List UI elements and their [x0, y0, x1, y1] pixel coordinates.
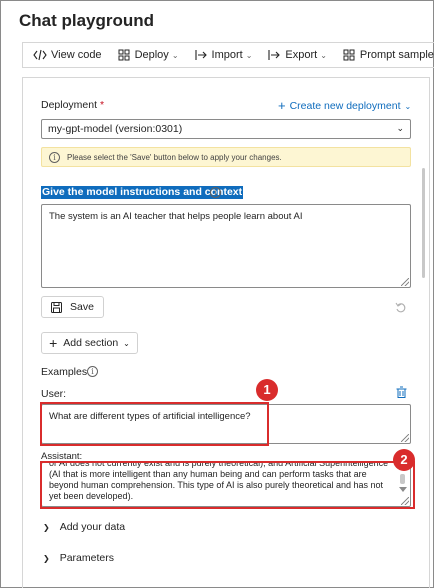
save-label: Save — [70, 301, 94, 313]
deploy-icon — [118, 49, 130, 61]
export-icon — [268, 50, 281, 60]
chevron-down-icon: ⌄ — [320, 50, 327, 60]
resize-handle[interactable] — [401, 497, 409, 505]
add-your-data-label: Add your data — [59, 521, 126, 533]
export-button[interactable]: Export ⌄ — [268, 43, 327, 67]
deployment-label: Deployment * — [41, 99, 105, 111]
view-code-label: View code — [51, 49, 102, 61]
delete-icon[interactable] — [396, 386, 407, 398]
examples-heading: Examples — [41, 366, 88, 378]
save-notice: i Please select the 'Save' button below … — [41, 147, 411, 167]
required-mark: * — [99, 99, 105, 111]
chevron-down-icon: ⌄ — [171, 50, 179, 60]
panel-scrollbar[interactable] — [422, 168, 425, 278]
create-deployment-link[interactable]: + Create new deployment ⌄ — [278, 98, 412, 113]
scroll-down-icon[interactable] — [399, 487, 407, 492]
assistant-message-input[interactable]: or AI does not currently exist and is pu… — [41, 462, 411, 507]
notice-text: Please select the 'Save' button below to… — [67, 152, 282, 162]
assistant-label: Assistant: — [41, 451, 83, 462]
chevron-down-icon: ⌄ — [245, 50, 253, 60]
toolbar: View code Deploy ⌄ Import ⌄ Export ⌄ Pro… — [22, 42, 434, 68]
callout-badge: 2 — [393, 449, 415, 471]
chevron-down-icon: ⌄ — [404, 101, 412, 111]
import-label: Import — [211, 49, 243, 61]
view-code-button[interactable]: View code — [33, 43, 102, 67]
system-message-text: The system is an AI teacher that helps p… — [49, 211, 303, 222]
parameters-label: Parameters — [59, 552, 114, 564]
chevron-down-icon: ⌄ — [123, 338, 130, 348]
user-label: User: — [41, 388, 67, 400]
save-icon — [51, 301, 63, 313]
create-deployment-label: Create new deployment — [289, 100, 401, 112]
samples-icon — [343, 49, 355, 61]
info-icon: i — [49, 151, 60, 163]
assistant-message-text: or AI does not currently exist and is pu… — [49, 462, 389, 501]
undo-icon[interactable] — [395, 302, 406, 313]
resize-handle[interactable] — [401, 278, 409, 286]
user-message-input[interactable]: What are different types of artificial i… — [41, 404, 411, 444]
chevron-down-icon: ⌄ — [396, 123, 404, 133]
prompt-samples-label: Prompt samples — [359, 49, 434, 61]
plus-icon: + — [278, 98, 286, 113]
user-message-text: What are different types of artificial i… — [49, 411, 251, 422]
deploy-label: Deploy — [134, 49, 169, 61]
info-icon[interactable]: i — [87, 366, 98, 377]
chevron-right-icon: ❯ — [43, 553, 50, 563]
scroll-thumb[interactable] — [400, 474, 405, 484]
import-icon — [194, 50, 207, 60]
resize-handle[interactable] — [401, 434, 409, 442]
deployment-select[interactable]: my-gpt-model (version:0301) ⌄ — [41, 119, 411, 139]
plus-icon: + — [49, 335, 58, 351]
save-button[interactable]: Save — [41, 296, 104, 318]
info-icon[interactable]: i — [210, 187, 221, 198]
add-your-data-section[interactable]: ❯ Add your data — [43, 521, 125, 533]
system-message-input[interactable]: The system is an AI teacher that helps p… — [41, 204, 411, 288]
export-label: Export — [285, 49, 318, 61]
deployment-selected-value: my-gpt-model (version:0301) — [48, 123, 183, 135]
page-title: Chat playground — [19, 11, 155, 30]
add-section-label: Add section — [63, 337, 119, 349]
callout-badge: 1 — [256, 379, 278, 401]
chevron-right-icon: ❯ — [43, 522, 50, 532]
code-icon — [33, 49, 47, 61]
add-section-button[interactable]: + Add section ⌄ — [41, 332, 138, 354]
deploy-button[interactable]: Deploy ⌄ — [118, 43, 179, 67]
import-button[interactable]: Import ⌄ — [194, 43, 253, 67]
parameters-section[interactable]: ❯ Parameters — [43, 552, 114, 564]
prompt-samples-button[interactable]: Prompt samples — [343, 43, 434, 67]
